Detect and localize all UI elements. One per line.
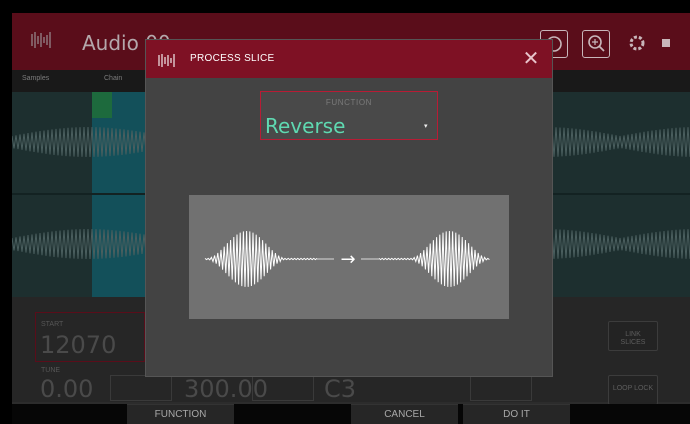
dialog-title: PROCESS SLICE	[190, 53, 275, 64]
track-label-samples: Samples	[22, 75, 50, 82]
function-label: FUNCTION	[325, 98, 373, 107]
start-label: START	[41, 321, 64, 328]
function-button[interactable]: FUNCTION	[127, 404, 234, 424]
loop-lock-button[interactable]: LOOP LOCK	[608, 375, 658, 405]
reverse-waveform-illustration: →	[204, 230, 490, 287]
zoom-button[interactable]	[582, 30, 610, 58]
function-value: Reverse	[265, 114, 346, 138]
stop-button[interactable]	[658, 30, 686, 58]
close-icon[interactable]: ✕	[521, 48, 541, 69]
track-label-chain: Chain	[104, 75, 123, 82]
gear-icon	[629, 35, 645, 51]
settings-button[interactable]	[624, 30, 652, 58]
link-slices-button[interactable]: LINK SLICES	[608, 321, 658, 351]
original-waveform	[204, 230, 318, 287]
tune-label: TUNE	[41, 367, 61, 374]
note-value[interactable]: C3	[324, 375, 356, 403]
reversed-waveform	[378, 230, 490, 287]
waveform-logo-icon	[158, 54, 175, 67]
zoom-icon	[588, 35, 605, 52]
stop-icon	[662, 39, 670, 47]
do-it-button[interactable]: DO IT	[463, 404, 570, 424]
function-select[interactable]: FUNCTION Reverse ▾	[260, 91, 438, 140]
process-slice-dialog: PROCESS SLICE ✕ FUNCTION Reverse ▾ →	[146, 40, 552, 376]
param-field-c[interactable]	[470, 375, 532, 401]
start-value: 12070	[40, 331, 117, 359]
cancel-button[interactable]: CANCEL	[351, 404, 458, 424]
caret-down-icon: ▾	[424, 123, 428, 130]
waveform-logo-icon	[31, 32, 51, 48]
arrow-right-icon: →	[340, 249, 355, 270]
tune-value[interactable]: 0.00	[40, 375, 93, 403]
reverse-preview: →	[189, 195, 509, 319]
dialog-header: PROCESS SLICE ✕	[146, 40, 552, 78]
param-field-a[interactable]	[110, 375, 172, 401]
footer-bar: FUNCTION CANCEL DO IT	[12, 404, 690, 424]
param-field-b[interactable]	[252, 375, 314, 401]
